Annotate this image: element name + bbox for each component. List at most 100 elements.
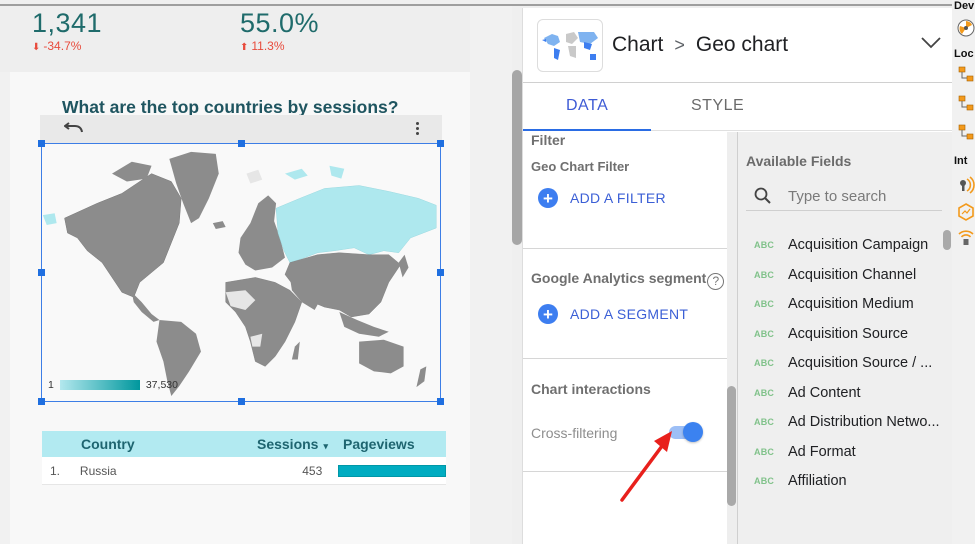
- field-name: Acquisition Channel: [788, 266, 917, 283]
- field-name: Ad Distribution Netwo...: [788, 414, 940, 430]
- tab-style[interactable]: STYLE: [691, 97, 744, 115]
- arrow-down-icon: ⬇: [32, 42, 41, 53]
- canvas-scrollbar[interactable]: [512, 70, 522, 245]
- geo-chart[interactable]: 1 37,530: [38, 140, 444, 405]
- network-icon[interactable]: [957, 66, 975, 84]
- add-segment-button[interactable]: + ADD A SEGMENT: [538, 304, 688, 324]
- text-type-icon: ABC: [754, 328, 775, 339]
- field-item[interactable]: ABC Acquisition Campaign: [746, 231, 946, 259]
- interactions-heading: Chart interactions: [531, 381, 651, 397]
- legend-max: 37,530: [145, 379, 178, 391]
- report-canvas: 1,341 ⬇ -34.7% 55.0% ⬆ 11.3% What are the …: [0, 6, 512, 544]
- field-name: Ad Content: [788, 384, 861, 401]
- side-label-int: Int: [954, 155, 968, 167]
- field-name: Ad Format: [788, 443, 856, 460]
- breadcrumb-current: Geo chart: [695, 33, 789, 56]
- segment-section: Google Analytics segment? + ADD A SEGMEN…: [523, 249, 727, 359]
- country-russia-arctic-islands: [284, 165, 345, 180]
- resize-handle-n[interactable]: [238, 140, 245, 147]
- field-search-input[interactable]: [788, 187, 928, 205]
- resize-handle-sw[interactable]: [38, 398, 45, 405]
- field-item[interactable]: ABC Acquisition Medium: [746, 290, 946, 318]
- kpi-value: 55.0%: [240, 8, 320, 38]
- cross-filtering-toggle[interactable]: [669, 421, 705, 443]
- filter-section: Filter Geo Chart Filter + ADD A FILTER: [523, 132, 727, 249]
- country-japan: [398, 254, 409, 278]
- country-southeast-asia: [339, 312, 389, 337]
- help-icon[interactable]: ?: [707, 273, 725, 290]
- field-item[interactable]: ABC Ad Content: [746, 379, 946, 407]
- cell-sessions: 453: [302, 463, 323, 478]
- data-settings-column: Filter Geo Chart Filter + ADD A FILTER G…: [523, 132, 727, 544]
- table-header: Country Sessions ▾ Pageviews: [42, 431, 446, 457]
- more-options-icon[interactable]: [416, 122, 420, 136]
- geo-chart-thumbnail-icon: [542, 32, 598, 60]
- filter-heading: Filter: [531, 132, 566, 148]
- hexagon-chart-icon[interactable]: [957, 203, 975, 221]
- field-item[interactable]: ABC Acquisition Channel: [746, 261, 946, 289]
- data-column-scrollbar[interactable]: [727, 386, 736, 506]
- cross-filtering-label: Cross-filtering: [531, 425, 618, 441]
- properties-panel: Chart > Geo chart DATA STYLE Filter Geo …: [522, 8, 953, 544]
- kpi-delta-value: 11.3%: [251, 39, 285, 53]
- text-type-icon: ABC: [754, 299, 775, 309]
- keyhole-signal-icon[interactable]: [957, 176, 975, 194]
- country-russia: [275, 185, 437, 263]
- resize-handle-w[interactable]: [38, 269, 45, 276]
- field-name: Acquisition Campaign: [788, 237, 929, 253]
- plus-circle-icon: +: [538, 304, 558, 324]
- resize-handle-e[interactable]: [437, 269, 444, 276]
- available-fields-heading: Available Fields: [746, 153, 852, 169]
- resize-handle-ne[interactable]: [437, 140, 444, 147]
- side-label-dev: Dev: [954, 0, 975, 12]
- arrow-up-icon: ⬆: [240, 42, 249, 53]
- report-page: What are the top countries by sessions?: [10, 72, 470, 544]
- kpi-rate[interactable]: 55.0% ⬆ 11.3%: [240, 8, 319, 53]
- add-filter-label: ADD A FILTER: [570, 190, 666, 206]
- fields-scrollbar[interactable]: [943, 230, 951, 250]
- tab-data[interactable]: DATA: [566, 97, 608, 115]
- add-segment-label: ADD A SEGMENT: [570, 306, 689, 322]
- wireless-device-icon[interactable]: [957, 228, 975, 246]
- country-new-zealand: [416, 366, 427, 388]
- country-svalbard: [246, 169, 263, 184]
- field-search: [746, 182, 942, 211]
- plus-circle-icon: +: [538, 188, 558, 208]
- text-type-icon: ABC: [754, 476, 775, 486]
- device-icon[interactable]: [957, 19, 975, 37]
- field-name: Affiliation: [788, 473, 847, 489]
- column-header-country[interactable]: Country: [81, 436, 231, 452]
- breadcrumb-separator-icon: >: [674, 34, 685, 55]
- field-item[interactable]: ABC Acquisition Source / ...: [746, 349, 946, 377]
- kpi-sessions[interactable]: 1,341 ⬇ -34.7%: [32, 8, 102, 53]
- add-filter-button[interactable]: + ADD A FILTER: [538, 188, 666, 208]
- map-legend: 1 37,530: [48, 379, 178, 391]
- field-item[interactable]: ABC Ad Format: [746, 438, 946, 466]
- resize-handle-se[interactable]: [437, 398, 444, 405]
- field-item[interactable]: ABC Ad Distribution Netwo...: [746, 408, 946, 436]
- field-item[interactable]: ABC Affiliation: [746, 467, 946, 495]
- panel-tabs: DATA STYLE: [523, 83, 953, 131]
- field-name: Acquisition Medium: [788, 296, 914, 312]
- chevron-down-icon[interactable]: [921, 37, 941, 49]
- network-icon[interactable]: [957, 124, 975, 142]
- segment-heading-text: Google Analytics segment: [531, 270, 707, 286]
- resize-handle-nw[interactable]: [38, 140, 45, 147]
- column-header-sessions[interactable]: Sessions ▾: [231, 436, 328, 452]
- column-header-pageviews[interactable]: Pageviews: [343, 436, 415, 452]
- country-iceland: [212, 221, 226, 230]
- chart-type-thumbnail[interactable]: [537, 19, 603, 72]
- toggle-knob: [683, 422, 703, 442]
- search-icon: [754, 187, 771, 204]
- undo-icon[interactable]: [64, 120, 84, 134]
- breadcrumb-root[interactable]: Chart: [612, 33, 663, 57]
- network-icon[interactable]: [957, 95, 975, 113]
- country-australia: [359, 339, 404, 374]
- field-item[interactable]: ABC Acquisition Source: [746, 320, 946, 348]
- table-row[interactable]: 1. Russia 453: [42, 457, 446, 485]
- world-map: [42, 151, 437, 397]
- resize-handle-s[interactable]: [238, 398, 245, 405]
- chart-interactions-section: Chart interactions Cross-filtering: [523, 359, 727, 472]
- field-name: Acquisition Source: [788, 325, 909, 342]
- country-africa: [225, 277, 303, 367]
